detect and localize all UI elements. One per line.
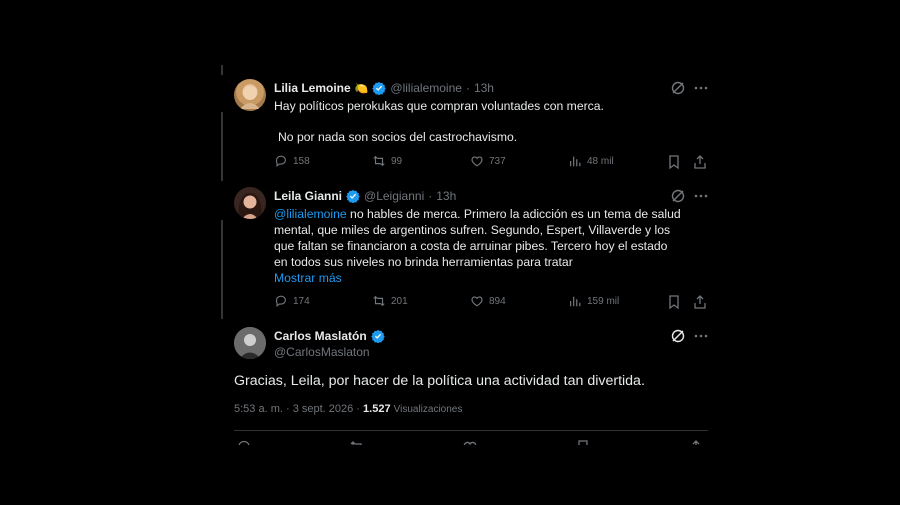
verified-badge-icon	[346, 189, 360, 203]
thread-line-1	[221, 112, 223, 181]
retweet-count: 99	[391, 155, 403, 167]
bookmark-icon[interactable]	[666, 294, 682, 310]
main-tweet-text: Gracias, Leila, por hacer de la política…	[234, 373, 645, 389]
views-count: 48 mil	[587, 155, 614, 167]
heart-icon	[471, 296, 483, 307]
reply-count: 174	[293, 295, 310, 307]
bookmark-icon[interactable]	[666, 154, 682, 170]
lemon-emoji: 🍋	[354, 82, 369, 95]
more-options-icon[interactable]	[693, 188, 709, 204]
main-views-count: 1.527	[363, 403, 391, 415]
mention-link[interactable]: @lilialemoine	[274, 207, 347, 221]
heart-icon	[471, 156, 483, 167]
avatar-lilia-lemoine[interactable]	[234, 79, 266, 111]
reply2-text-line3: que faltan se financiaron a costa de arr…	[274, 239, 668, 253]
grok-icon[interactable]	[670, 188, 686, 204]
reply1-text-line1: Hay políticos perokukas que compran volu…	[274, 99, 604, 113]
verified-badge-icon	[370, 329, 385, 343]
share-icon[interactable]	[688, 439, 704, 445]
like-count: 894	[489, 295, 506, 307]
retweet-button[interactable]: 201	[372, 294, 408, 308]
reply1-author-name[interactable]: Lilia Lemoine	[274, 81, 351, 95]
main-meta: 5:53 a. m. · 3 sept. 2026 · 1.527 Visual…	[234, 403, 462, 415]
more-options-icon[interactable]	[693, 80, 709, 96]
reply1-actions: 158 99 737 48 mil	[274, 154, 714, 170]
tweet-thread-panel: Lilia Lemoine 🍋 @lilialemoine · 13h Hay …	[188, 65, 720, 445]
heart-icon[interactable]	[462, 439, 478, 445]
reply2-author-name[interactable]: Leila Gianni	[274, 189, 342, 203]
reply-icon	[275, 295, 286, 307]
main-author-name[interactable]: Carlos Maslatón	[274, 329, 367, 343]
reply2-text: @lilialemoine no hables de merca. Primer…	[274, 206, 714, 286]
main-header: Carlos Maslatón	[274, 329, 385, 343]
reply2-text-line2: mental, que miles de argentinos sufren. …	[274, 223, 671, 237]
reply-icon	[275, 155, 286, 167]
share-icon[interactable]	[692, 154, 708, 170]
reply2-header: Leila Gianni @Leigianni · 13h	[274, 189, 456, 203]
avatar-carlos-maslaton[interactable]	[234, 327, 266, 359]
like-button[interactable]: 737	[470, 154, 506, 168]
separator	[234, 430, 708, 431]
main-views-label: Visualizaciones	[393, 404, 463, 415]
reply1-time[interactable]: 13h	[474, 81, 494, 95]
share-icon[interactable]	[692, 294, 708, 310]
views-button[interactable]: 48 mil	[568, 154, 614, 168]
retweet-count: 201	[391, 295, 408, 307]
main-handle-row: @CarlosMaslaton	[274, 345, 370, 359]
reply1-header: Lilia Lemoine 🍋 @lilialemoine · 13h	[274, 81, 494, 95]
retweet-icon[interactable]	[349, 439, 365, 445]
main-handle[interactable]: @CarlosMaslaton	[274, 345, 370, 359]
like-count: 737	[489, 155, 506, 167]
retweet-icon	[373, 155, 385, 167]
reply2-text-line4: en todos sus niveles no brinda herramien…	[274, 255, 573, 269]
reply2-dot: ·	[428, 189, 433, 203]
views-button[interactable]: 159 mil	[568, 294, 619, 308]
reply2-handle[interactable]: @Leigianni	[364, 189, 424, 203]
reply-button[interactable]: 174	[274, 294, 310, 308]
reply2-actions: 174 201 894 159 mil	[274, 294, 714, 310]
views-count: 159 mil	[587, 295, 620, 307]
views-chart-icon	[570, 296, 581, 307]
bookmark-icon[interactable]	[575, 439, 591, 445]
verified-badge-icon	[372, 81, 387, 95]
main-actions	[236, 439, 716, 445]
avatar-leila-gianni[interactable]	[234, 187, 266, 219]
retweet-icon	[373, 295, 385, 307]
reply-icon[interactable]	[236, 439, 252, 445]
more-options-icon[interactable]	[693, 328, 709, 344]
reply2-text-line1-rest: no hables de merca. Primero la adicción …	[346, 207, 681, 221]
reply1-handle[interactable]: @lilialemoine	[390, 81, 462, 95]
like-button[interactable]: 894	[470, 294, 506, 308]
thread-line-top	[221, 65, 223, 75]
grok-icon[interactable]	[670, 80, 686, 96]
grok-icon[interactable]	[670, 328, 686, 344]
reply-count: 158	[293, 155, 310, 167]
main-timestamp[interactable]: 5:53 a. m. · 3 sept. 2026 ·	[234, 403, 360, 415]
thread-line-2	[221, 220, 223, 319]
retweet-button[interactable]: 99	[372, 154, 402, 168]
show-more-link[interactable]: Mostrar más	[274, 270, 714, 286]
reply1-dot: ·	[465, 81, 470, 95]
reply1-text-line2: No por nada son socios del castrochavism…	[278, 130, 518, 144]
reply2-text-line1: @lilialemoine no hables de merca. Primer…	[274, 206, 714, 222]
views-chart-icon	[570, 156, 581, 167]
reply2-time[interactable]: 13h	[436, 189, 456, 203]
reply-button[interactable]: 158	[274, 154, 310, 168]
